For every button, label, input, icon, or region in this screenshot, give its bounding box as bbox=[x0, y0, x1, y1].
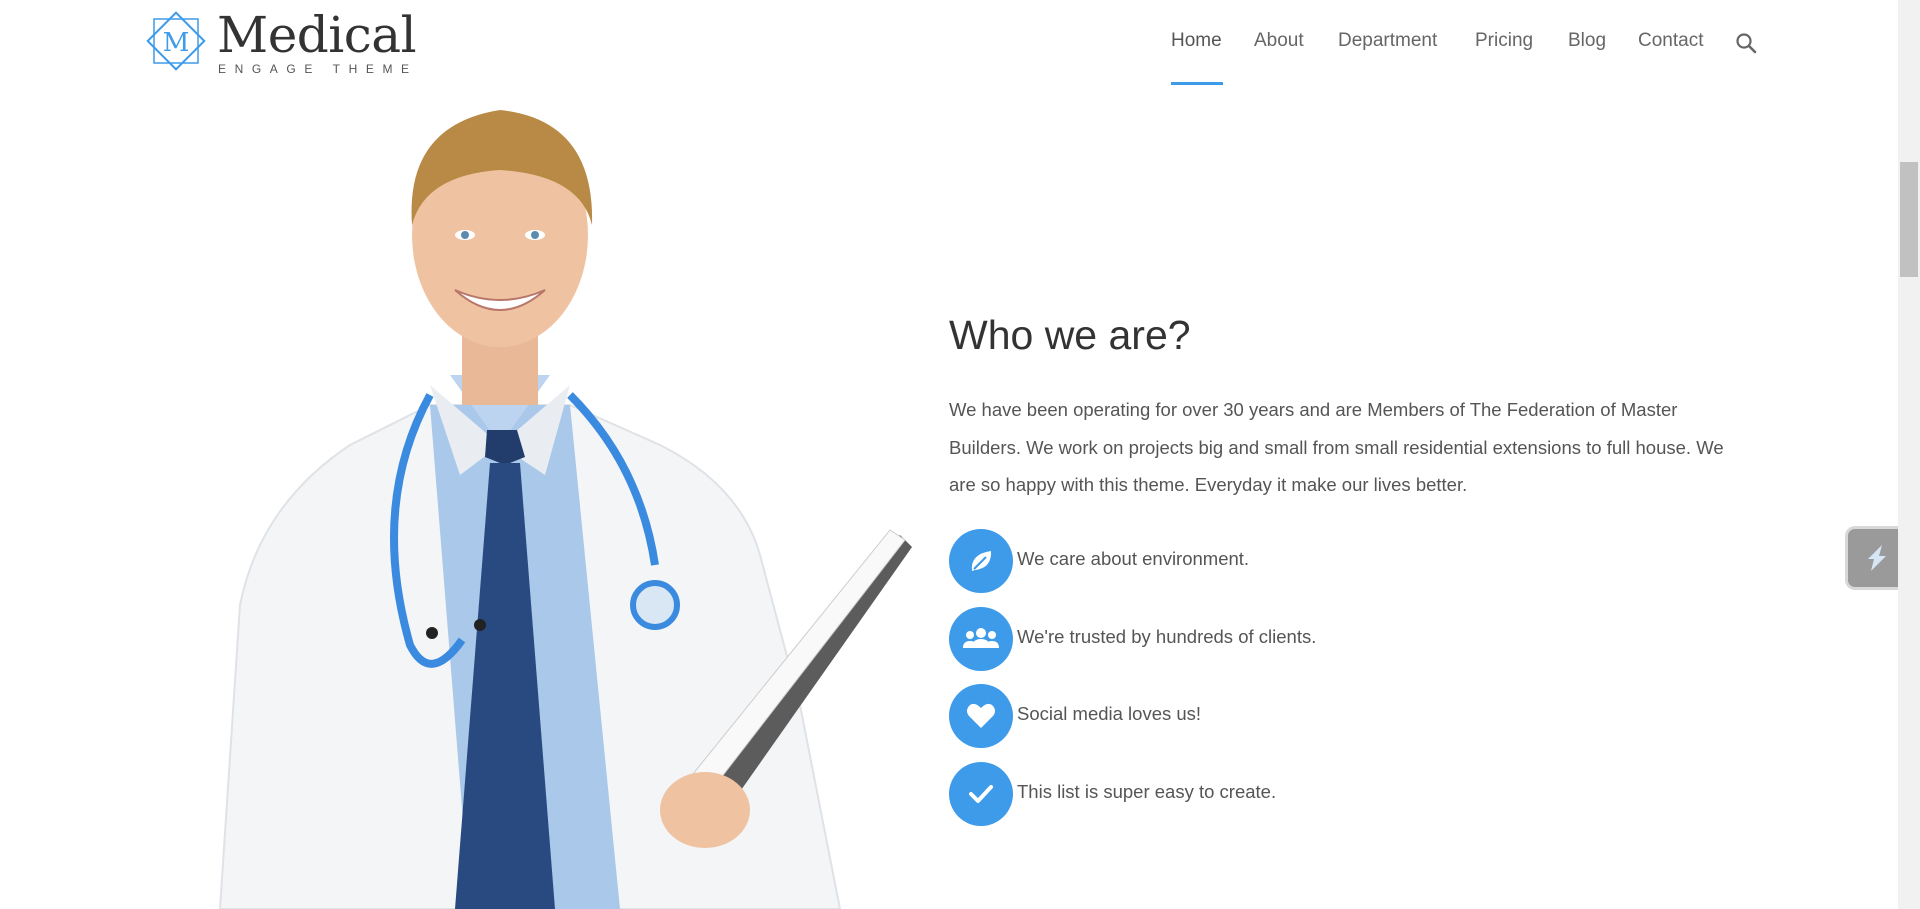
feature-text: We care about environment. bbox=[1017, 548, 1250, 569]
feature-text: We're trusted by hundreds of clients. bbox=[1017, 626, 1317, 647]
search-icon[interactable] bbox=[1735, 32, 1757, 54]
svg-text:M: M bbox=[163, 28, 190, 58]
feature-icon-circle bbox=[949, 607, 1013, 671]
feature-icon-circle bbox=[949, 684, 1013, 748]
logo-tagline: ENGAGE THEME bbox=[218, 62, 418, 76]
scrollbar-thumb[interactable] bbox=[1900, 162, 1918, 277]
nav-active-indicator bbox=[1171, 82, 1223, 85]
logo-mark-icon: M bbox=[146, 11, 206, 71]
lightning-icon bbox=[1868, 545, 1886, 571]
feature-item: This list is super easy to create. bbox=[949, 762, 1449, 826]
nav-item-about[interactable]: About bbox=[1254, 30, 1304, 52]
nav-item-department[interactable]: Department bbox=[1338, 30, 1437, 52]
feature-text: Social media loves us! bbox=[1017, 703, 1202, 724]
users-icon bbox=[963, 628, 999, 648]
nav-item-home[interactable]: Home bbox=[1171, 30, 1222, 52]
check-icon bbox=[969, 785, 993, 803]
doctor-photo bbox=[218, 110, 912, 909]
page-scrollbar[interactable] bbox=[1898, 0, 1920, 909]
intro-paragraph: We have been operating for over 30 years… bbox=[949, 399, 1724, 495]
site-logo[interactable]: M Medical ENGAGE THEME bbox=[140, 5, 440, 77]
section-heading: Who we are? bbox=[949, 312, 1191, 358]
site-header: M Medical ENGAGE THEME Home About Depart… bbox=[0, 0, 1898, 90]
logo-title: Medical bbox=[217, 6, 417, 64]
nav-item-blog[interactable]: Blog bbox=[1568, 30, 1606, 52]
leaf-icon bbox=[971, 551, 992, 571]
feature-text: This list is super easy to create. bbox=[1017, 781, 1277, 802]
feature-item: We care about environment. bbox=[949, 529, 1449, 593]
feature-item: We're trusted by hundreds of clients. bbox=[949, 607, 1449, 671]
nav-item-pricing[interactable]: Pricing bbox=[1475, 30, 1533, 52]
heart-icon bbox=[967, 703, 995, 728]
feature-item: Social media loves us! bbox=[949, 684, 1449, 748]
nav-item-contact[interactable]: Contact bbox=[1638, 30, 1703, 52]
feature-icon-circle bbox=[949, 762, 1013, 826]
feature-icon-circle bbox=[949, 529, 1013, 593]
